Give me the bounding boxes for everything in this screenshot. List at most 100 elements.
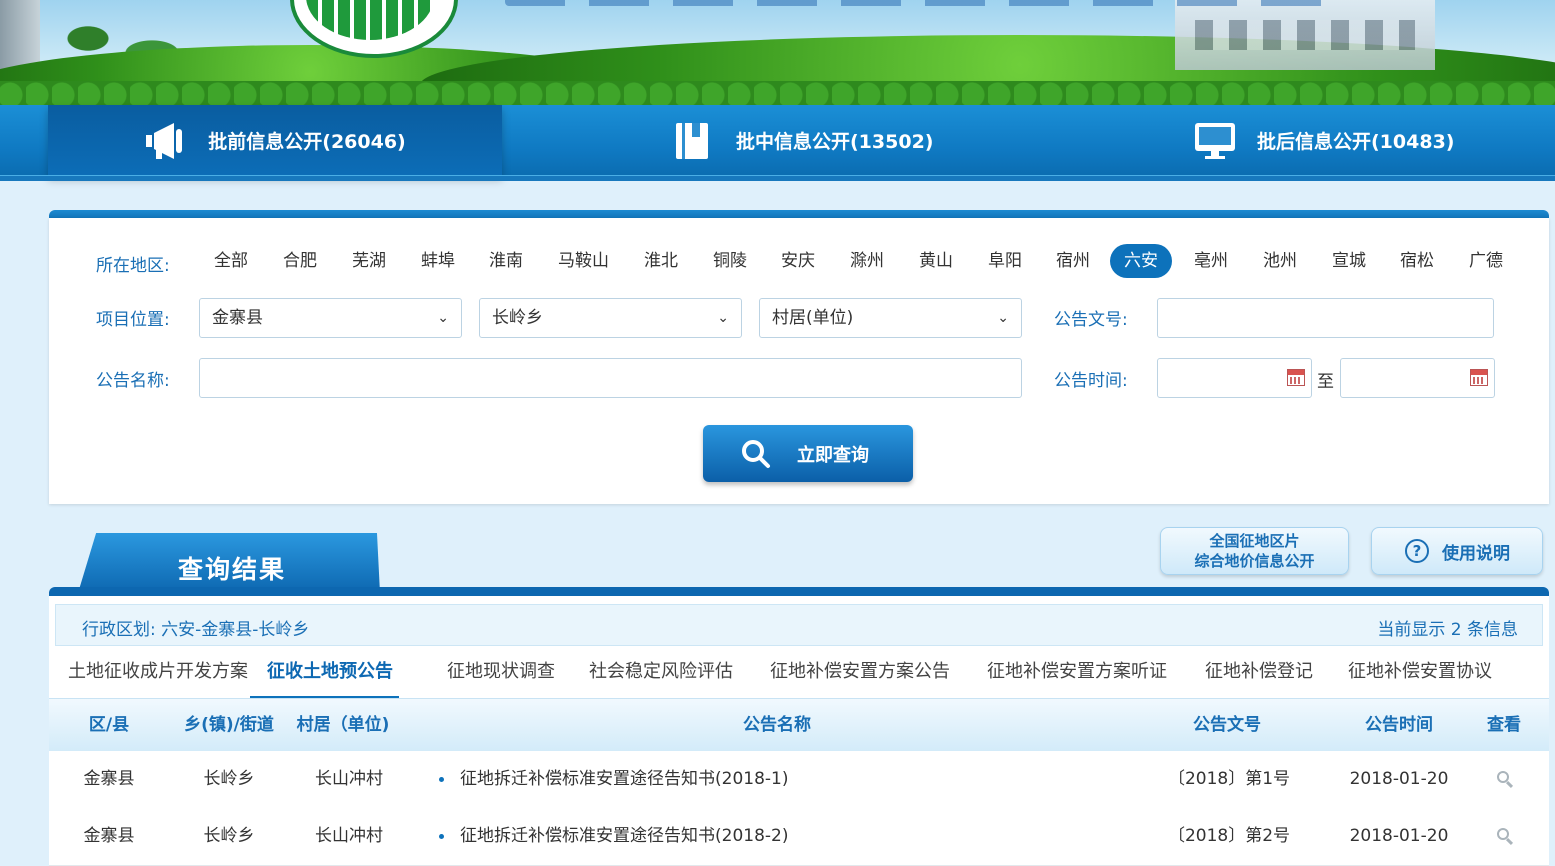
results-divider — [49, 587, 1549, 596]
county-cell: 金寨县 — [83, 769, 135, 789]
doc-no-cell: 〔2018〕第1号 — [1167, 769, 1291, 789]
notice-name-text: 征地拆迁补偿标准安置途径告知书(2018-1) — [460, 769, 789, 789]
time-label: 公告时间: — [1054, 371, 1128, 391]
region-option[interactable]: 淮北 — [630, 244, 692, 278]
calendar-icon[interactable] — [1287, 369, 1305, 386]
nav-tab-label: 批中信息公开(13502) — [736, 131, 934, 153]
region-option[interactable]: 安庆 — [767, 244, 829, 278]
region-option[interactable]: 宿松 — [1386, 244, 1448, 278]
doc-no-input[interactable] — [1157, 298, 1494, 338]
help-button-label: 使用说明 — [1442, 543, 1510, 564]
region-option[interactable]: 铜陵 — [699, 244, 761, 278]
column-header: 乡(镇)/街道 — [184, 715, 274, 735]
calendar-icon[interactable] — [1470, 369, 1488, 386]
region-option[interactable]: 阜阳 — [974, 244, 1036, 278]
main-nav: 批前信息公开(26046) 批中信息公开(13502) 批后信息公开(10483… — [0, 105, 1555, 181]
column-header: 公告时间 — [1365, 715, 1433, 735]
location-label: 项目位置: — [96, 310, 170, 330]
column-header: 村居（单位) — [296, 715, 390, 735]
book-icon — [672, 121, 716, 161]
column-header: 公告名称 — [743, 715, 811, 735]
results-title-tab: 查询结果 — [78, 533, 380, 593]
region-option[interactable]: 亳州 — [1180, 244, 1242, 278]
national-land-price-button[interactable]: 全国征地区片 综合地价信息公开 — [1160, 527, 1349, 575]
bullet-icon — [439, 776, 444, 782]
nav-tab-pre-approval[interactable]: 批前信息公开(26046) — [48, 105, 502, 176]
column-header: 查看 — [1487, 715, 1521, 735]
result-category-tab[interactable]: 土地征收成片开发方案 — [68, 652, 248, 696]
date-cell: 2018-01-20 — [1349, 826, 1449, 846]
national-btn-line1: 全国征地区片 — [1209, 532, 1300, 550]
notice-name-text: 征地拆迁补偿标准安置途径告知书(2018-2) — [460, 826, 789, 846]
column-header: 公告文号 — [1193, 715, 1261, 735]
result-category-tab[interactable]: 征收土地预公告 — [250, 652, 399, 699]
region-label: 所在地区: — [96, 256, 170, 276]
date-range-separator: 至 — [1317, 372, 1334, 392]
region-option[interactable]: 全部 — [200, 244, 262, 278]
svg-text:?: ? — [1413, 542, 1422, 560]
search-icon — [742, 439, 770, 468]
village-select[interactable]: 村居(单位) ⌄ — [759, 298, 1022, 338]
site-title-graphic — [505, 0, 1345, 6]
nav-tab-in-approval[interactable]: 批中信息公开(13502) — [672, 105, 933, 176]
region-option[interactable]: 合肥 — [269, 244, 331, 278]
result-category-tab[interactable]: 征地补偿安置方案公告 — [770, 652, 950, 696]
help-button[interactable]: ? 使用说明 — [1371, 527, 1543, 575]
region-option[interactable]: 芜湖 — [338, 244, 400, 278]
town-cell: 长岭乡 — [203, 769, 255, 789]
nav-tab-label: 批后信息公开(10483) — [1257, 131, 1455, 153]
result-category-tab[interactable]: 征地现状调查 — [447, 652, 555, 696]
date-from-input[interactable] — [1157, 358, 1312, 398]
table-header: 区/县 乡(镇)/街道 村居（单位) 公告名称 公告文号 公告时间 查看 — [49, 698, 1549, 751]
region-option[interactable]: 池州 — [1249, 244, 1311, 278]
county-cell: 金寨县 — [83, 826, 135, 846]
village-cell: 长山冲村 — [315, 826, 383, 846]
region-option[interactable]: 广德 — [1455, 244, 1517, 278]
monitor-icon — [1193, 121, 1237, 161]
notice-name-link[interactable]: 征地拆迁补偿标准安置途径告知书(2018-1) — [439, 751, 788, 808]
banner-tree-line — [0, 65, 1555, 105]
region-option[interactable]: 六安 — [1110, 244, 1172, 278]
megaphone-icon — [144, 121, 188, 161]
region-option[interactable]: 宿州 — [1042, 244, 1104, 278]
search-button-label: 立即查询 — [797, 444, 869, 466]
date-cell: 2018-01-20 — [1349, 769, 1449, 789]
view-magnifier-icon[interactable] — [1497, 771, 1509, 783]
village-select-value: 村居(单位) — [772, 308, 854, 328]
result-category-tab[interactable]: 征地补偿安置协议 — [1348, 652, 1492, 696]
county-select-value: 金寨县 — [212, 308, 263, 328]
region-option[interactable]: 滁州 — [836, 244, 898, 278]
result-category-tab[interactable]: 征地补偿登记 — [1205, 652, 1313, 696]
region-option[interactable]: 黄山 — [905, 244, 967, 278]
name-label: 公告名称: — [96, 371, 170, 391]
town-select[interactable]: 长岭乡 ⌄ — [479, 298, 742, 338]
town-cell: 长岭乡 — [203, 826, 255, 846]
chevron-down-icon: ⌄ — [997, 310, 1009, 326]
notice-name-link[interactable]: 征地拆迁补偿标准安置途径告知书(2018-2) — [439, 808, 788, 865]
banner-village-image — [1175, 0, 1435, 70]
chevron-down-icon: ⌄ — [717, 310, 729, 326]
doc-no-label: 公告文号: — [1054, 310, 1128, 330]
nav-tab-post-approval[interactable]: 批后信息公开(10483) — [1193, 105, 1454, 176]
region-option[interactable]: 马鞍山 — [544, 244, 623, 278]
table-row: 金寨县 长岭乡 长山冲村 〔2018〕第1号 2018-01-20 征地拆迁补偿标准安置途… — [49, 751, 1549, 809]
header-banner — [0, 0, 1555, 105]
results-title: 查询结果 — [178, 555, 287, 584]
county-select[interactable]: 金寨县 ⌄ — [199, 298, 462, 338]
town-select-value: 长岭乡 — [492, 308, 543, 328]
region-option[interactable]: 淮南 — [475, 244, 537, 278]
date-to-input[interactable] — [1340, 358, 1495, 398]
search-button[interactable]: 立即查询 — [703, 425, 913, 482]
doc-no-cell: 〔2018〕第2号 — [1167, 826, 1291, 846]
result-category-tab[interactable]: 征地补偿安置方案听证 — [987, 652, 1167, 696]
region-option[interactable]: 蚌埠 — [407, 244, 469, 278]
national-btn-line2: 综合地价信息公开 — [1194, 552, 1315, 570]
chevron-down-icon: ⌄ — [437, 310, 449, 326]
nav-tab-label: 批前信息公开(26046) — [208, 131, 406, 153]
result-category-tab[interactable]: 社会稳定风险评估 — [589, 652, 733, 696]
region-info: 行政区划: 六安-金寨县-长岭乡 — [82, 620, 310, 640]
region-option[interactable]: 宣城 — [1318, 244, 1380, 278]
region-info-bar: 行政区划: 六安-金寨县-长岭乡 当前显示 2 条信息 — [55, 604, 1543, 646]
view-magnifier-icon[interactable] — [1497, 828, 1509, 840]
name-input[interactable] — [199, 358, 1022, 398]
